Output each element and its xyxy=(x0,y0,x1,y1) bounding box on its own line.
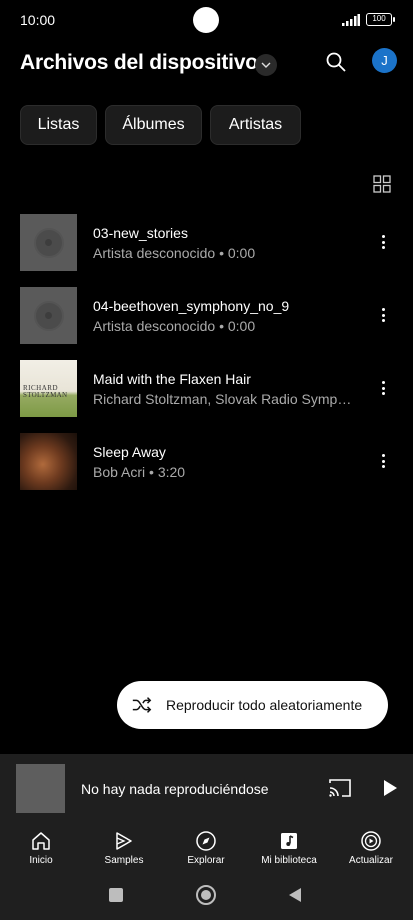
chip-albums[interactable]: Álbumes xyxy=(105,105,202,145)
nav-label: Explorar xyxy=(187,855,225,866)
samples-icon xyxy=(116,832,132,850)
shuffle-icon xyxy=(132,697,152,713)
now-playing-label: No hay nada reproduciéndose xyxy=(81,781,269,797)
track-row[interactable]: 04-beethoven_symphony_no_9 Artista desco… xyxy=(0,287,413,347)
app-header: Archivos del dispositivo J xyxy=(0,44,413,84)
album-cover xyxy=(20,433,77,490)
track-row[interactable]: 03-new_stories Artista desconocido • 0:0… xyxy=(0,214,413,274)
status-bar: 10:00 100 xyxy=(0,0,413,40)
track-subtitle: Richard Stoltzman, Slovak Radio Symph… xyxy=(93,391,355,407)
chevron-down-icon xyxy=(261,62,271,68)
track-thumbnail xyxy=(20,287,77,344)
more-options-icon[interactable] xyxy=(374,379,392,397)
nav-label: Inicio xyxy=(29,855,53,866)
more-options-icon[interactable] xyxy=(374,306,392,324)
nav-item-mi-biblioteca[interactable]: Mi biblioteca xyxy=(249,824,329,876)
chip-lists[interactable]: Listas xyxy=(20,105,97,145)
avatar-initial: J xyxy=(381,53,388,68)
play-icon[interactable] xyxy=(380,778,400,798)
track-row[interactable]: Sleep Away Bob Acri • 3:20 xyxy=(0,433,413,493)
nav-label: Samples xyxy=(104,855,144,866)
home-button[interactable] xyxy=(196,885,216,905)
track-subtitle: Bob Acri • 3:20 xyxy=(93,464,186,480)
nav-label: Mi biblioteca xyxy=(261,855,317,866)
search-icon[interactable] xyxy=(324,50,348,74)
page-title: Archivos del dispositivo xyxy=(20,51,258,74)
nav-item-samples[interactable]: Samples xyxy=(84,824,164,876)
more-options-icon[interactable] xyxy=(374,233,392,251)
bottom-navigation: Inicio Samples Explorar Mi biblioteca Ac… xyxy=(0,824,413,876)
disc-icon xyxy=(33,300,64,331)
status-time: 10:00 xyxy=(20,12,56,28)
avatar[interactable]: J xyxy=(372,48,397,73)
battery-level: 100 xyxy=(372,14,386,23)
track-title: Maid with the Flaxen Hair xyxy=(93,371,251,387)
nav-item-actualizar[interactable]: Actualizar xyxy=(331,824,411,876)
library-icon xyxy=(281,833,297,849)
camera-cutout xyxy=(193,7,219,33)
title-dropdown-button[interactable] xyxy=(255,54,277,76)
album-cover-text: STOLTZMAN xyxy=(23,391,68,399)
chip-artists[interactable]: Artistas xyxy=(210,105,301,145)
track-thumbnail xyxy=(20,214,77,271)
cast-icon[interactable] xyxy=(328,778,352,798)
track-subtitle: Artista desconocido • 0:00 xyxy=(93,245,256,261)
compass-icon xyxy=(196,831,216,851)
track-row[interactable]: RICHARD STOLTZMAN Maid with the Flaxen H… xyxy=(0,360,413,420)
upgrade-icon xyxy=(361,831,381,851)
track-title: 04-beethoven_symphony_no_9 xyxy=(93,298,290,314)
shuffle-all-button[interactable]: Reproducir todo aleatoriamente xyxy=(117,681,388,729)
track-title: Sleep Away xyxy=(93,444,166,460)
disc-icon xyxy=(33,227,64,258)
track-subtitle: Artista desconocido • 0:00 xyxy=(93,318,256,334)
nav-label: Actualizar xyxy=(349,855,393,866)
back-button[interactable] xyxy=(289,888,301,902)
recent-apps-button[interactable] xyxy=(109,888,123,902)
shuffle-label: Reproducir todo aleatoriamente xyxy=(166,697,363,713)
mini-player[interactable]: No hay nada reproduciéndose xyxy=(0,754,413,824)
more-options-icon[interactable] xyxy=(374,452,392,470)
mini-player-artwork xyxy=(16,764,65,813)
battery-icon: 100 xyxy=(366,13,395,26)
signal-icon xyxy=(342,14,360,26)
track-title: 03-new_stories xyxy=(93,225,188,241)
nav-item-explorar[interactable]: Explorar xyxy=(166,824,246,876)
system-navigation-bar xyxy=(0,876,413,920)
home-icon xyxy=(32,832,50,850)
album-cover: RICHARD STOLTZMAN xyxy=(20,360,77,417)
nav-item-inicio[interactable]: Inicio xyxy=(1,824,81,876)
grid-view-icon[interactable] xyxy=(373,175,391,193)
